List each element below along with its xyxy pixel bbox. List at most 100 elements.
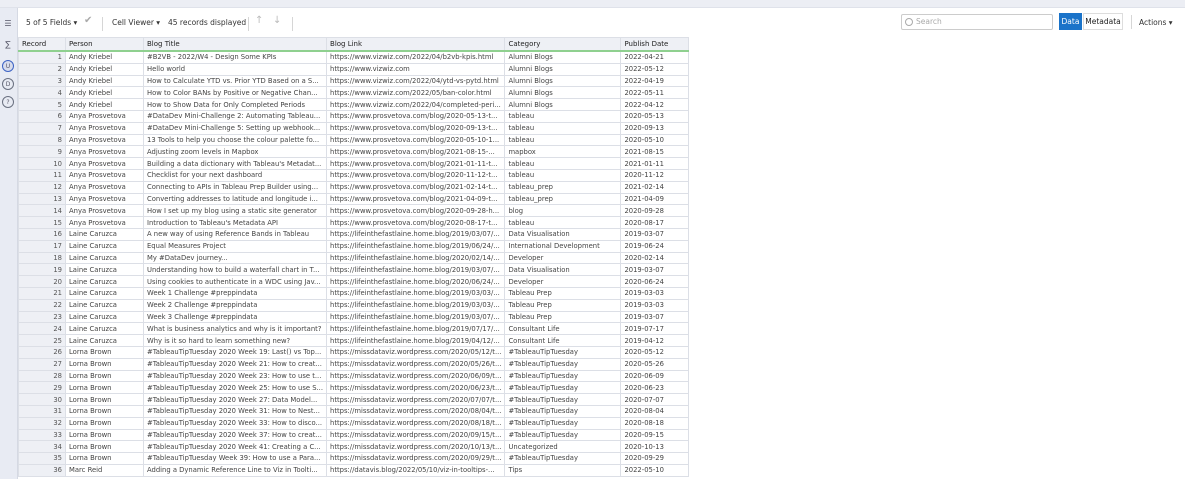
cell-blog-link[interactable]: https://lifeinthefastlaine.home.blog/201… [326, 298, 506, 312]
column-header-person[interactable]: Person [65, 37, 144, 52]
cell-blog-title[interactable]: 13 Tools to help you choose the colour p… [142, 133, 328, 147]
cell-person[interactable]: Laine Caruzca [65, 251, 144, 265]
cell-blog-title[interactable]: Using cookies to authenticate in a WDC u… [142, 275, 328, 288]
cell-category[interactable]: mapbox [504, 145, 622, 159]
table-row[interactable]: 31 Lorna Brown #TableauTipTuesday 2020 Wee… [18, 404, 690, 418]
cell-record[interactable]: 27 [18, 357, 66, 371]
cell-person[interactable]: Lorna Brown [65, 357, 144, 371]
cell-publish-date[interactable]: 2020-05-12 [620, 345, 690, 359]
cell-blog-link[interactable]: https://www.prosvetova.com/blog/2021-08-… [326, 145, 506, 159]
cell-publish-date[interactable]: 2020-08-04 [620, 404, 690, 418]
cell-blog-title[interactable]: #TableauTipTuesday 2020 Week 27: Data Mo… [142, 393, 328, 406]
cell-category[interactable]: #TableauTipTuesday [504, 404, 622, 418]
cell-publish-date[interactable]: 2019-07-17 [620, 322, 690, 336]
cell-category[interactable]: #TableauTipTuesday [504, 428, 622, 442]
cell-publish-date[interactable]: 2021-04-09 [620, 192, 690, 206]
table-row[interactable]: 8 Anya Prosvetova 13 Tools to help you cho… [18, 133, 690, 147]
cell-category[interactable]: #TableauTipTuesday [504, 369, 622, 383]
table-row[interactable]: 33 Lorna Brown #TableauTipTuesday 2020 Wee… [18, 428, 690, 442]
data-tab-button[interactable]: Data [1059, 13, 1082, 30]
cell-person[interactable]: Andy Kriebel [65, 86, 144, 100]
cell-category[interactable]: tableau [504, 168, 622, 182]
cell-category[interactable]: Tableau Prep [504, 298, 622, 312]
cell-blog-title[interactable]: How to Show Data for Only Completed Peri… [142, 98, 328, 111]
cell-blog-link[interactable]: https://missdataviz.wordpress.com/2020/0… [326, 393, 506, 406]
cell-person[interactable]: Anya Prosvetova [65, 216, 144, 229]
cell-publish-date[interactable]: 2021-01-11 [620, 157, 690, 170]
cell-record[interactable]: 15 [18, 216, 66, 229]
cell-record[interactable]: 10 [18, 157, 66, 170]
cell-record[interactable]: 18 [18, 251, 66, 265]
cell-blog-link[interactable]: https://www.prosvetova.com/blog/2020-11-… [326, 168, 506, 182]
cell-blog-title[interactable]: How to Color BANs by Positive or Negativ… [142, 86, 328, 100]
cell-blog-link[interactable]: https://www.prosvetova.com/blog/2021-04-… [326, 192, 506, 206]
cell-blog-title[interactable]: #TableauTipTuesday 2020 Week 31: How to … [142, 404, 328, 418]
cell-person[interactable]: Anya Prosvetova [65, 168, 144, 182]
cell-person[interactable]: Laine Caruzca [65, 286, 144, 300]
cell-blog-link[interactable]: https://missdataviz.wordpress.com/2020/0… [326, 357, 506, 371]
cell-person[interactable]: Andy Kriebel [65, 50, 144, 64]
cell-publish-date[interactable]: 2020-08-17 [620, 216, 690, 229]
cell-record[interactable]: 14 [18, 204, 66, 218]
cell-publish-date[interactable]: 2022-05-10 [620, 463, 690, 477]
cell-blog-title[interactable]: #TableauTipTuesday 2020 Week 21: How to … [142, 357, 328, 371]
cell-publish-date[interactable]: 2021-08-15 [620, 145, 690, 159]
cell-publish-date[interactable]: 2019-06-24 [620, 239, 690, 253]
cell-record[interactable]: 22 [18, 298, 66, 312]
cell-blog-title[interactable]: #TableauTipTuesday 2020 Week 37: How to … [142, 428, 328, 442]
cell-blog-title[interactable]: Hello world [142, 62, 328, 76]
cell-category[interactable]: Data Visualisation [504, 227, 622, 241]
cell-category[interactable]: blog [504, 204, 622, 218]
table-row[interactable]: 14 Anya Prosvetova How I set up my blog us… [18, 204, 690, 218]
cell-person[interactable]: Andy Kriebel [65, 74, 144, 88]
cell-person[interactable]: Anya Prosvetova [65, 109, 144, 123]
cell-category[interactable]: Data Visualisation [504, 263, 622, 277]
cell-publish-date[interactable]: 2020-08-18 [620, 416, 690, 430]
cell-person[interactable]: Lorna Brown [65, 381, 144, 395]
cell-record[interactable]: 20 [18, 275, 66, 288]
cell-blog-link[interactable]: https://www.vizwiz.com/2022/04/completed… [326, 98, 506, 111]
cell-record[interactable]: 5 [18, 98, 66, 111]
table-row[interactable]: 9 Anya Prosvetova Adjusting zoom levels in… [18, 145, 690, 159]
cell-category[interactable]: Alumni Blogs [504, 50, 622, 64]
table-row[interactable]: 23 Laine Caruzca Week 3 Challenge #preppin… [18, 310, 690, 324]
cell-publish-date[interactable]: 2019-03-07 [620, 310, 690, 324]
cell-record[interactable]: 7 [18, 121, 66, 135]
fields-selector[interactable]: 5 of 5 Fields ▾ [26, 18, 77, 27]
cell-publish-date[interactable]: 2020-07-07 [620, 393, 690, 406]
cell-blog-link[interactable]: https://lifeinthefastlaine.home.blog/201… [326, 227, 506, 241]
cell-category[interactable]: International Development [504, 239, 622, 253]
cell-record[interactable]: 12 [18, 180, 66, 194]
cell-viewer-dropdown[interactable]: Cell Viewer ▾ [112, 18, 160, 27]
cell-category[interactable]: tableau_prep [504, 180, 622, 194]
cell-record[interactable]: 2 [18, 62, 66, 76]
table-row[interactable]: 17 Laine Caruzca Equal Measures Project htt… [18, 239, 690, 253]
cell-category[interactable]: Uncategorized [504, 440, 622, 454]
cell-person[interactable]: Laine Caruzca [65, 227, 144, 241]
cell-record[interactable]: 32 [18, 416, 66, 430]
cell-category[interactable]: #TableauTipTuesday [504, 357, 622, 371]
cell-publish-date[interactable]: 2020-06-24 [620, 275, 690, 288]
cell-category[interactable]: Consultant Life [504, 334, 622, 347]
table-icon[interactable]: ☰ [2, 17, 14, 29]
cell-publish-date[interactable]: 2019-03-07 [620, 227, 690, 241]
cell-publish-date[interactable]: 2021-02-14 [620, 180, 690, 194]
actions-dropdown[interactable]: Actions ▾ [1139, 18, 1173, 27]
column-header-blog-title[interactable]: Blog Title [142, 37, 328, 52]
cell-blog-title[interactable]: Week 2 Challenge #preppindata [142, 298, 328, 312]
cell-person[interactable]: Laine Caruzca [65, 322, 144, 336]
cell-blog-title[interactable]: #B2VB - 2022/W4 - Design Some KPIs [142, 50, 328, 64]
cell-person[interactable]: Lorna Brown [65, 404, 144, 418]
cell-record[interactable]: 8 [18, 133, 66, 147]
cell-person[interactable]: Lorna Brown [65, 416, 144, 430]
table-row[interactable]: 25 Laine Caruzca Why is it so hard to lear… [18, 334, 690, 347]
cell-blog-link[interactable]: https://www.prosvetova.com/blog/2020-09-… [326, 121, 506, 135]
cell-category[interactable]: #TableauTipTuesday [504, 416, 622, 430]
cell-record[interactable]: 3 [18, 74, 66, 88]
table-row[interactable]: 11 Anya Prosvetova Checklist for your next… [18, 168, 690, 182]
column-header-record[interactable]: Record [18, 37, 66, 52]
table-row[interactable]: 20 Laine Caruzca Using cookies to authenti… [18, 275, 690, 288]
cell-blog-link[interactable]: https://missdataviz.wordpress.com/2020/1… [326, 440, 506, 454]
cell-publish-date[interactable]: 2020-05-13 [620, 109, 690, 123]
cell-person[interactable]: Lorna Brown [65, 440, 144, 454]
